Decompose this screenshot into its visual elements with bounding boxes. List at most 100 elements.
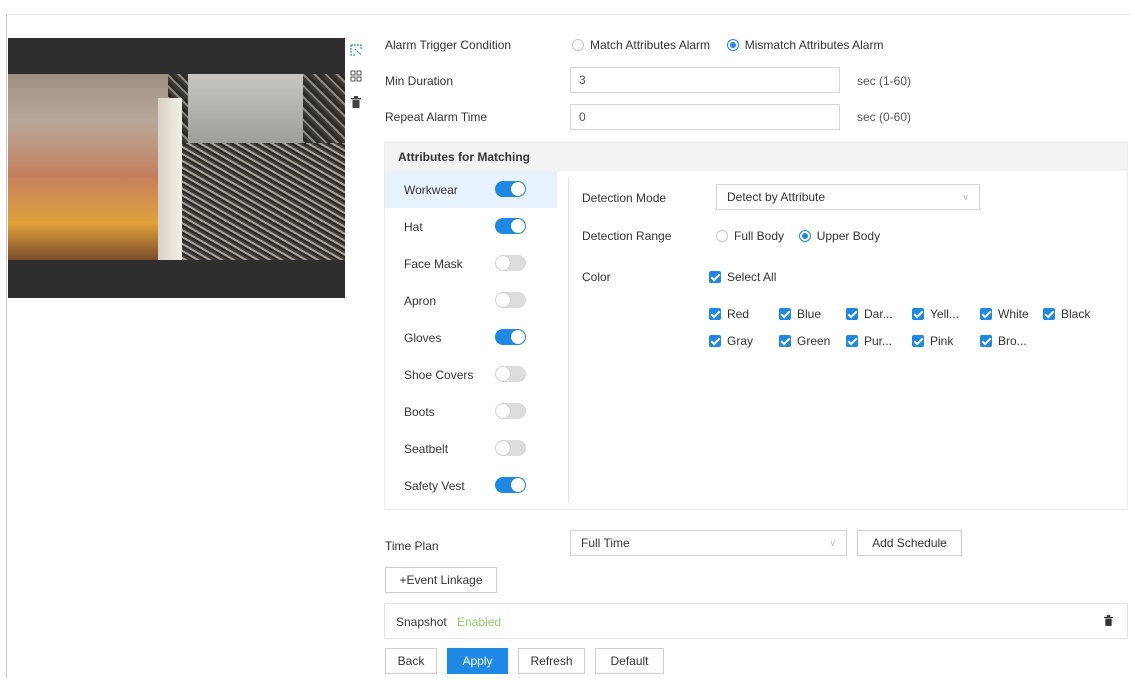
attribute-row-safety-vest[interactable]: Safety Vest: [385, 467, 557, 504]
delete-linkage-icon[interactable]: [1104, 615, 1113, 629]
linkage-item-name: Snapshot: [396, 615, 447, 629]
attribute-label: Seatbelt: [404, 442, 449, 456]
attribute-row-hat[interactable]: Hat: [385, 208, 557, 245]
select-all-checkbox[interactable]: Select All: [709, 270, 776, 284]
default-button[interactable]: Default: [595, 648, 664, 674]
upper-body-label: Upper Body: [816, 229, 881, 243]
attribute-row-face-mask[interactable]: Face Mask: [385, 245, 557, 282]
mismatch-attributes-label: Mismatch Attributes Alarm: [744, 38, 884, 52]
attribute-list: Workwear Hat Face Mask Apron Gloves Shoe…: [385, 171, 557, 504]
attribute-label: Shoe Covers: [404, 368, 474, 382]
full-body-radio[interactable]: [716, 230, 728, 242]
repeat-alarm-unit: sec (0-60): [857, 110, 912, 124]
checkbox-checked-icon: [846, 308, 858, 320]
detection-mode-label: Detection Mode: [582, 191, 667, 205]
detection-range-options: Full Body Upper Body: [716, 229, 880, 243]
attributes-title: Attributes for Matching: [385, 143, 1127, 171]
attribute-label: Hat: [404, 220, 423, 234]
back-button[interactable]: Back: [385, 648, 437, 674]
detection-range-label: Detection Range: [582, 229, 672, 243]
alarm-trigger-label: Alarm Trigger Condition: [385, 38, 512, 52]
color-green-checkbox[interactable]: Green: [779, 334, 830, 348]
color-red-checkbox[interactable]: Red: [709, 307, 749, 321]
attribute-row-gloves[interactable]: Gloves: [385, 319, 557, 356]
match-attributes-label: Match Attributes Alarm: [590, 38, 711, 52]
video-wall: [188, 74, 303, 154]
checkbox-checked-icon: [779, 335, 791, 347]
video-foreground-person: [8, 74, 168, 260]
face-mask-toggle[interactable]: [495, 255, 526, 271]
checkbox-checked-icon: [779, 308, 791, 320]
video-preview[interactable]: [8, 38, 345, 298]
attribute-label: Apron: [404, 294, 437, 308]
detection-mode-value: Detect by Attribute: [727, 190, 826, 204]
boots-toggle[interactable]: [495, 403, 526, 419]
checkbox-checked-icon: [912, 308, 924, 320]
color-dark-checkbox[interactable]: Dar...: [846, 307, 893, 321]
time-plan-label: Time Plan: [385, 539, 439, 553]
workwear-toggle[interactable]: [495, 181, 526, 197]
checkbox-checked-icon: [709, 308, 721, 320]
delete-icon[interactable]: [349, 96, 363, 110]
attribute-label: Boots: [404, 405, 435, 419]
attribute-row-apron[interactable]: Apron: [385, 282, 557, 319]
attribute-label: Gloves: [404, 331, 442, 345]
color-blue-checkbox[interactable]: Blue: [779, 307, 821, 321]
checkbox-checked-icon: [980, 308, 992, 320]
gloves-toggle[interactable]: [495, 329, 526, 345]
linkage-item-status: Enabled: [457, 615, 502, 629]
color-label: Color: [582, 270, 611, 284]
video-carpet: [180, 143, 345, 260]
attribute-label: Safety Vest: [404, 479, 465, 493]
event-linkage-button[interactable]: +Event Linkage: [385, 567, 497, 593]
chevron-down-icon: ∨: [962, 192, 969, 202]
apply-button[interactable]: Apply: [447, 648, 508, 674]
min-duration-unit: sec (1-60): [857, 74, 912, 88]
attribute-label: Workwear: [404, 183, 458, 197]
min-duration-input[interactable]: 3: [570, 67, 840, 93]
safety-vest-toggle[interactable]: [495, 477, 526, 493]
color-brown-checkbox[interactable]: Bro...: [980, 334, 1027, 348]
attribute-row-workwear[interactable]: Workwear: [385, 171, 557, 208]
color-black-checkbox[interactable]: Black: [1043, 307, 1090, 321]
min-duration-label: Min Duration: [385, 74, 454, 88]
detection-mode-select[interactable]: Detect by Attribute ∨: [716, 184, 980, 210]
color-gray-checkbox[interactable]: Gray: [709, 334, 753, 348]
attribute-row-boots[interactable]: Boots: [385, 393, 557, 430]
hat-toggle[interactable]: [495, 218, 526, 234]
chevron-down-icon: ∨: [829, 538, 836, 548]
mismatch-attributes-radio[interactable]: [726, 39, 739, 51]
attribute-divider: [568, 177, 569, 503]
draw-rule-icon[interactable]: [349, 44, 363, 58]
checkbox-checked-icon: [846, 335, 858, 347]
attributes-panel: Attributes for Matching Workwear Hat Fac…: [384, 142, 1128, 510]
match-attributes-radio[interactable]: [572, 39, 584, 51]
grid-icon[interactable]: [349, 70, 363, 84]
checkbox-checked-icon: [1043, 308, 1055, 320]
video-post: [158, 98, 182, 260]
color-purple-checkbox[interactable]: Pur...: [846, 334, 892, 348]
upper-body-radio[interactable]: [798, 230, 811, 242]
full-body-label: Full Body: [734, 229, 785, 243]
add-schedule-button[interactable]: Add Schedule: [857, 530, 962, 556]
seatbelt-toggle[interactable]: [495, 440, 526, 456]
video-top-bar: [8, 38, 345, 74]
attribute-row-seatbelt[interactable]: Seatbelt: [385, 430, 557, 467]
preview-toolbar: [349, 44, 363, 122]
color-white-checkbox[interactable]: White: [980, 307, 1029, 321]
checkbox-checked-icon: [980, 335, 992, 347]
refresh-button[interactable]: Refresh: [518, 648, 585, 674]
time-plan-value: Full Time: [581, 536, 630, 550]
checkbox-checked-icon: [912, 335, 924, 347]
checkbox-checked-icon: [709, 335, 721, 347]
repeat-alarm-input[interactable]: 0: [570, 104, 840, 130]
attribute-row-shoe-covers[interactable]: Shoe Covers: [385, 356, 557, 393]
checkbox-checked-icon: [709, 271, 721, 283]
apron-toggle[interactable]: [495, 292, 526, 308]
linkage-item-snapshot: Snapshot Enabled: [384, 603, 1128, 639]
color-pink-checkbox[interactable]: Pink: [912, 334, 953, 348]
time-plan-select[interactable]: Full Time ∨: [570, 530, 847, 556]
color-yellow-checkbox[interactable]: Yell...: [912, 307, 959, 321]
shoe-covers-toggle[interactable]: [495, 366, 526, 382]
repeat-alarm-label: Repeat Alarm Time: [385, 110, 488, 124]
